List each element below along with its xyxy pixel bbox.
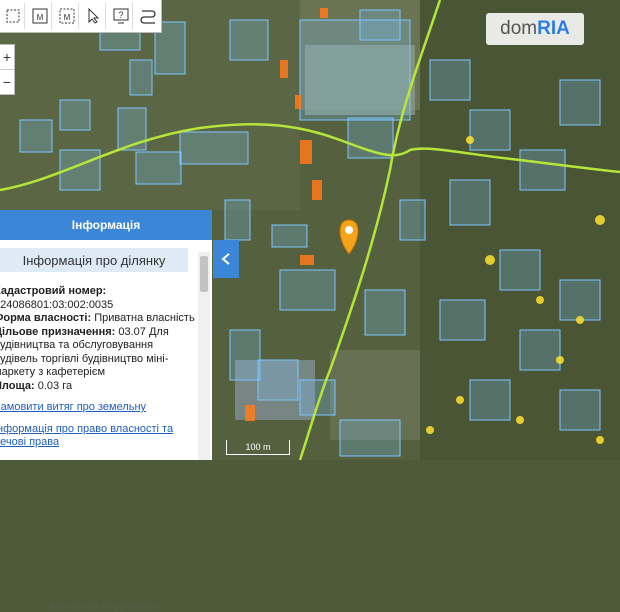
- scrollbar-thumb[interactable]: [200, 256, 208, 292]
- route-icon: [140, 10, 156, 24]
- info-panel-body: Кадастровий номер: 124086801:03:002:0035…: [0, 285, 196, 460]
- route-tool[interactable]: [137, 3, 159, 29]
- svg-text:?: ?: [118, 10, 123, 20]
- ownership-rights-link[interactable]: Інформація про право власності та: [0, 423, 196, 437]
- map-scale: 100 m: [226, 440, 290, 455]
- ownership-row: Форма власності: Приватна власність: [0, 312, 195, 324]
- parcel-info-title: Інформація про ділянку: [0, 248, 188, 272]
- measure-distance-tool[interactable]: M: [29, 3, 52, 29]
- logo-prefix: dom: [500, 18, 538, 39]
- svg-text:M: M: [37, 13, 44, 22]
- select-tool[interactable]: [2, 3, 25, 29]
- info-panel-scrollbar[interactable]: [198, 252, 210, 460]
- area-row: Площа: 0.03 га: [0, 379, 73, 392]
- dashed-square-icon: [6, 9, 20, 23]
- info-panel-header: Інформація: [0, 210, 212, 240]
- map-toolbar: M M ?: [0, 0, 162, 33]
- svg-text:M: M: [64, 13, 71, 22]
- agency-watermark: Агентство нерухомості: [48, 602, 164, 612]
- ownership-rights-link-cont[interactable]: речові права: [0, 436, 196, 450]
- help-screen-icon: ?: [113, 8, 129, 24]
- chevron-left-icon: [221, 253, 230, 265]
- measure-distance-icon: M: [32, 8, 48, 24]
- order-extract-link[interactable]: Замовити витяг про земельну: [0, 401, 196, 415]
- purpose-row: Цільове призначення: 03.07 Для будівницт…: [0, 325, 169, 379]
- cadastral-value: 124086801:03:002:0035: [0, 298, 114, 311]
- cadastral-label: Кадастровий номер:: [0, 285, 107, 297]
- measure-area-tool[interactable]: M: [56, 3, 79, 29]
- zoom-out-button[interactable]: −: [0, 69, 14, 94]
- zoom-controls: + −: [0, 44, 15, 95]
- cursor-arrow-icon: [88, 8, 100, 24]
- help-tool[interactable]: ?: [110, 3, 133, 29]
- domria-logo: dom RIA: [486, 13, 584, 45]
- logo-suffix: RIA: [537, 18, 570, 39]
- info-panel: Інформація Інформація про ділянку Кадаст…: [0, 210, 212, 612]
- cursor-tool[interactable]: [83, 3, 106, 29]
- zoom-in-button[interactable]: +: [0, 45, 14, 69]
- collapse-panel-button[interactable]: [213, 240, 239, 278]
- measure-area-icon: M: [59, 8, 75, 24]
